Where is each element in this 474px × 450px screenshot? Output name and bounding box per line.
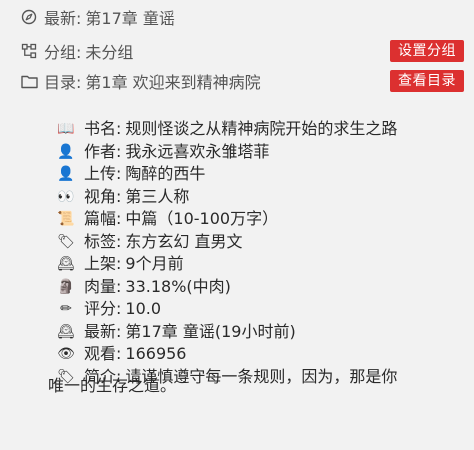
toc-value: 第1章 欢迎来到精神病院 bbox=[85, 73, 261, 92]
info-row-length: 📜 篇幅: 中篇（10-100万字） bbox=[56, 208, 466, 231]
meat-value: 33.18%(中肉) bbox=[125, 276, 231, 296]
set-group-button[interactable]: 设置分组 bbox=[390, 40, 464, 62]
info-row-pov: 👀 视角: 第三人称 bbox=[56, 186, 466, 209]
pencil-icon: ✏ bbox=[60, 301, 72, 317]
info-label: 肉量: bbox=[84, 276, 122, 296]
info-row-meat: 🗿 肉量: 33.18%(中肉) bbox=[56, 276, 466, 299]
info-row-latest: 🕰 最新: 第17章 童谣(19小时前) bbox=[56, 321, 466, 344]
info-label: 最新: bbox=[84, 321, 122, 341]
info-row-shelved: 🕰 上架: 9个月前 bbox=[56, 253, 466, 276]
shelved-value: 9个月前 bbox=[125, 254, 184, 273]
nodes-icon bbox=[20, 42, 38, 60]
compass-icon bbox=[20, 8, 38, 26]
clock-icon: 🕰 bbox=[57, 323, 75, 340]
uploader-name[interactable]: 陶醉的西牛 bbox=[125, 163, 205, 186]
book-title: 规则怪谈之从精神病院开始的求生之路 bbox=[125, 119, 398, 138]
clock-icon: 🕰 bbox=[57, 256, 75, 272]
length-value: 中篇（10-100万字） bbox=[125, 209, 279, 228]
person-icon: 👤 bbox=[57, 143, 75, 160]
rating-value: 10.0 bbox=[125, 299, 162, 318]
eye-icon: 👁 bbox=[57, 346, 75, 362]
tags-value[interactable]: 东方玄幻 直男文 bbox=[125, 231, 242, 254]
info-label: 视角: bbox=[84, 186, 122, 206]
latest-chapter-label: 最新: bbox=[44, 9, 82, 28]
tag-icon: 🏷 bbox=[57, 233, 75, 250]
group-value: 未分组 bbox=[85, 43, 134, 62]
book-icon: 📖 bbox=[57, 121, 75, 137]
info-label: 观看: bbox=[84, 344, 122, 363]
view-toc-button[interactable]: 查看目录 bbox=[390, 70, 464, 92]
pov-value: 第三人称 bbox=[125, 186, 190, 206]
book-info: 📖 书名: 规则怪谈之从精神病院开始的求生之路 👤 作者: 我永远喜欢永雏塔菲 … bbox=[56, 118, 466, 388]
folder-icon bbox=[20, 72, 38, 90]
views-value: 166956 bbox=[125, 344, 187, 363]
latest-value: 第17章 童谣(19小时前) bbox=[125, 321, 296, 341]
info-label: 篇幅: bbox=[84, 209, 122, 228]
info-label: 标签: bbox=[84, 231, 122, 251]
latest-chapter-value: 第17章 童谣 bbox=[85, 9, 175, 28]
info-row-title: 📖 书名: 规则怪谈之从精神病院开始的求生之路 bbox=[56, 118, 466, 141]
info-label: 作者: bbox=[84, 141, 122, 161]
latest-chapter-row[interactable]: 最新: 第17章 童谣 bbox=[0, 2, 474, 32]
moai-icon: 🗿 bbox=[57, 278, 75, 295]
person-icon: 👤 bbox=[57, 166, 75, 182]
info-row-author: 👤 作者: 我永远喜欢永雏塔菲 bbox=[56, 141, 466, 164]
eyes-icon: 👀 bbox=[57, 188, 75, 205]
info-row-views: 👁 观看: 166956 bbox=[56, 343, 466, 366]
info-label: 评分: bbox=[84, 299, 122, 318]
info-label: 上架: bbox=[84, 254, 122, 273]
info-label: 书名: bbox=[84, 119, 122, 138]
info-label: 上传: bbox=[84, 164, 122, 183]
intro-continuation: 唯一的生存之道。 bbox=[48, 376, 177, 395]
info-row-uploader: 👤 上传: 陶醉的西牛 bbox=[56, 163, 466, 186]
author-name[interactable]: 我永远喜欢永雏塔菲 bbox=[125, 141, 269, 164]
group-label: 分组: bbox=[44, 43, 82, 62]
info-row-rating: ✏ 评分: 10.0 bbox=[56, 298, 466, 321]
toc-label: 目录: bbox=[44, 73, 82, 92]
info-row-tags: 🏷 标签: 东方玄幻 直男文 bbox=[56, 231, 466, 254]
scroll-icon: 📜 bbox=[57, 211, 75, 227]
